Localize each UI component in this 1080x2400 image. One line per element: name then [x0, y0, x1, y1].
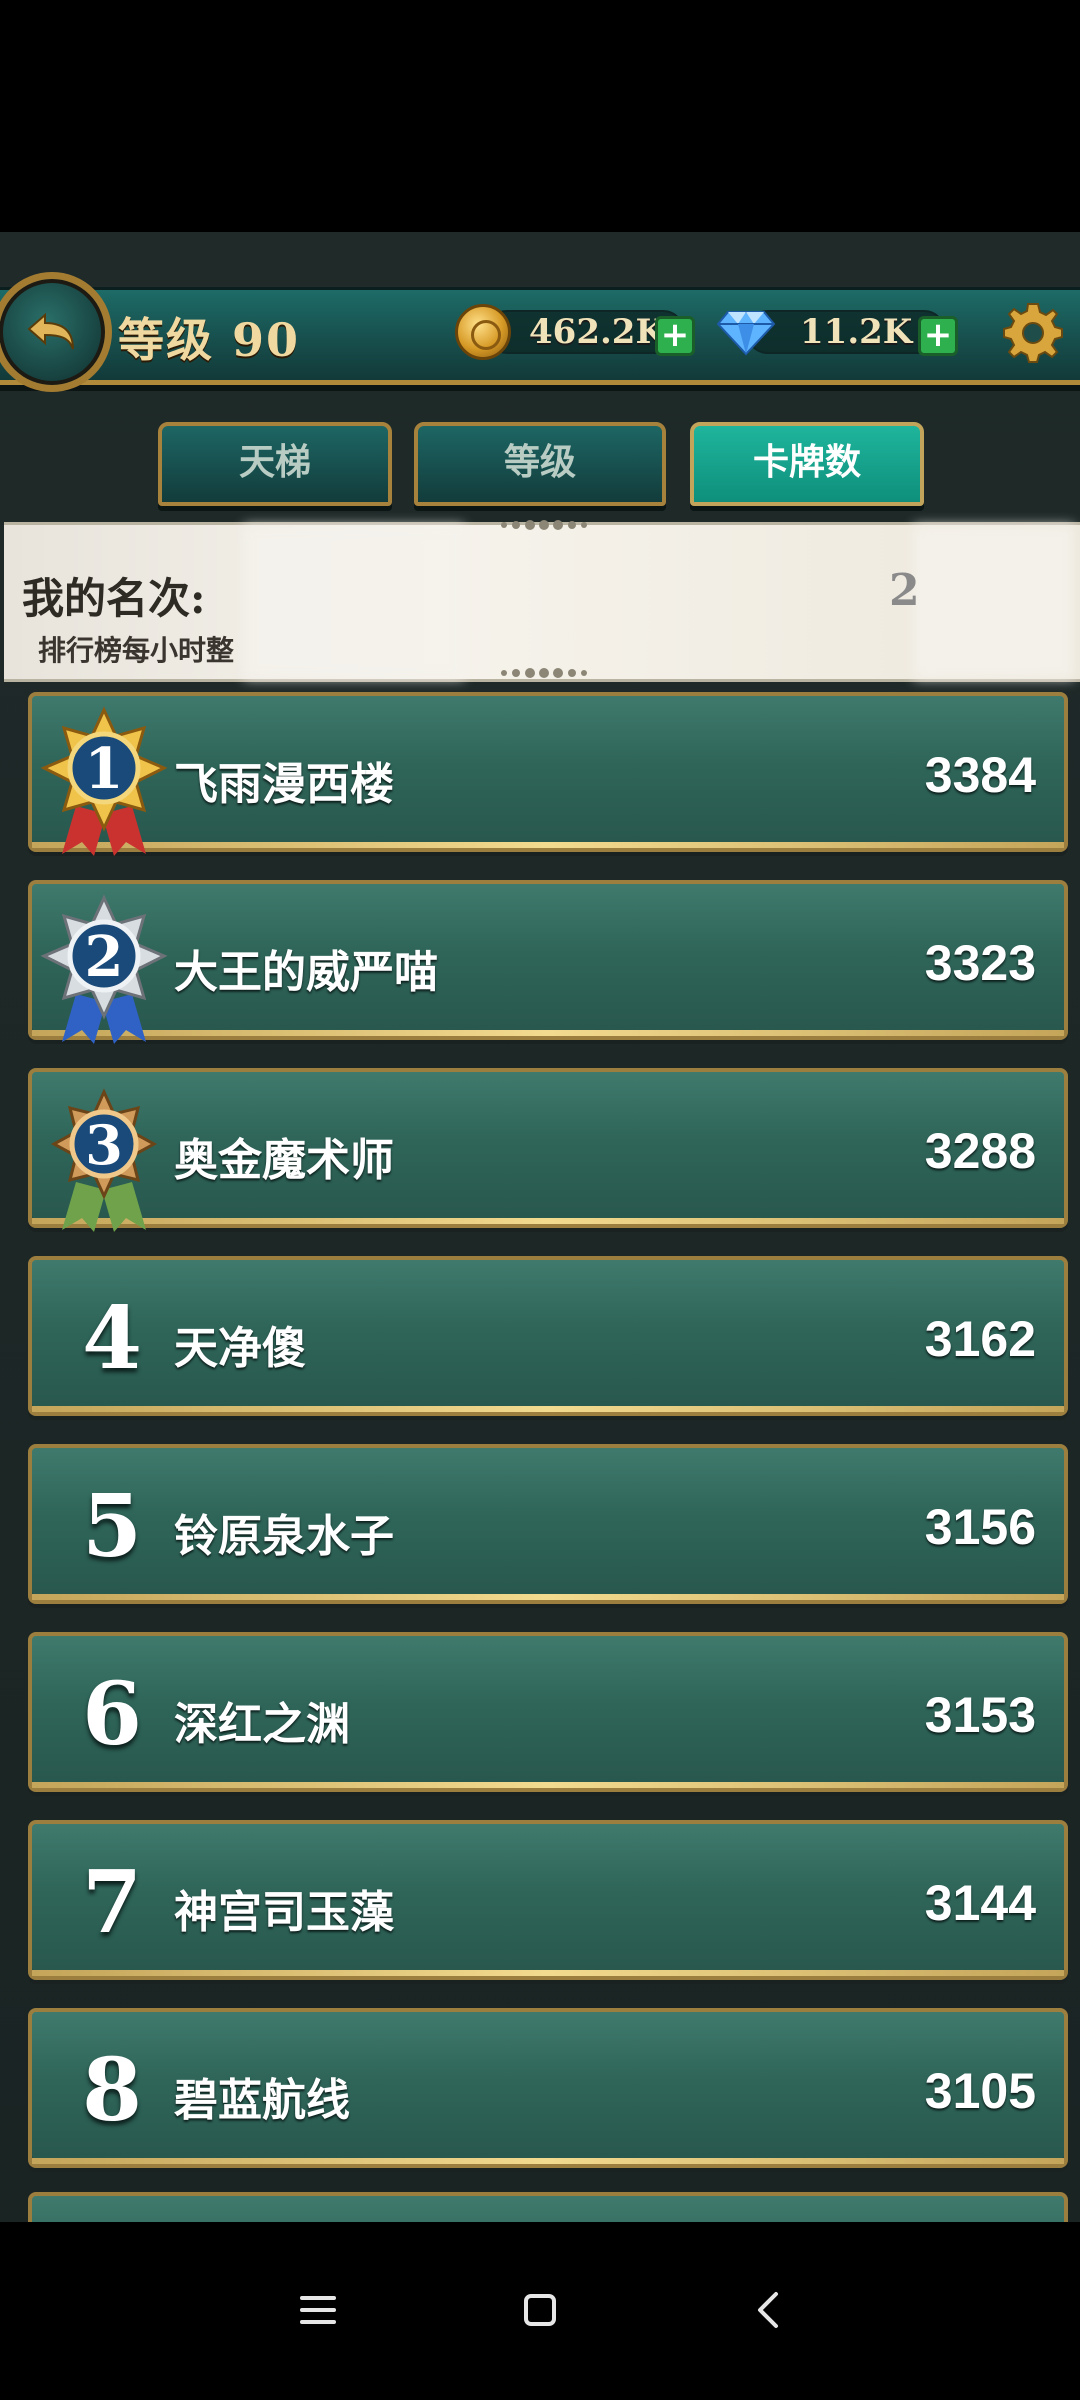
leaderboard-row[interactable]: 4 天净傻 3162 [28, 1256, 1068, 1416]
bronze-medal-icon: 3 [50, 1088, 158, 1232]
gem-currency: 11.2K + [716, 304, 966, 360]
add-coins-button[interactable]: + [655, 316, 695, 356]
my-rank-value: 2 [889, 565, 920, 616]
rank-number: 7 [82, 1852, 142, 1953]
coin-currency: 462.2K + [455, 304, 705, 360]
player-name: 碧蓝航线 [174, 2075, 350, 2126]
blurred-rank [914, 525, 1074, 679]
blurred-name [244, 525, 464, 679]
diamond-icon [716, 311, 776, 356]
player-name: 神宫司玉藻 [174, 1887, 394, 1938]
ornament-bottom [501, 668, 587, 678]
back-icon[interactable] [738, 2280, 798, 2340]
menu-icon[interactable] [288, 2280, 348, 2340]
leaderboard-row[interactable]: 6 深红之渊 3153 [28, 1632, 1068, 1792]
player-level: 等级 90 [118, 313, 301, 367]
leaderboard-row[interactable]: 7 神宫司玉藻 3144 [28, 1820, 1068, 1980]
player-score: 3162 [924, 1311, 1036, 1367]
player-score: 3105 [924, 2063, 1036, 2119]
tab-ladder[interactable]: 天梯 [158, 422, 392, 506]
add-gems-button[interactable]: + [918, 316, 958, 356]
rank-number: 5 [82, 1476, 142, 1577]
leaderboard-row[interactable]: 1 飞雨漫西楼 3384 [28, 692, 1068, 856]
player-score: 3384 [924, 747, 1036, 803]
leaderboard-row[interactable]: 8 碧蓝航线 3105 [28, 2008, 1068, 2168]
back-arrow-icon [27, 312, 74, 350]
leaderboard-row[interactable]: 2 大王的威严喵 3323 [28, 880, 1068, 1044]
status-bar-area [0, 0, 1080, 232]
silver-medal-icon: 2 [40, 894, 168, 1044]
gem-amount: 11.2K [800, 312, 913, 352]
my-rank-banner: 我的名次: 2 排行榜每小时整 [4, 520, 1080, 682]
player-name: 大王的威严喵 [174, 947, 438, 998]
rank-number: 4 [82, 1288, 142, 1389]
leaderboard-screen: 等级 90 462.2K + 11.2K + 天梯 等级 卡牌数 我的名次: 2… [0, 232, 1080, 2222]
player-name: 深红之渊 [174, 1699, 350, 1750]
player-score: 3144 [924, 1875, 1036, 1931]
gold-medal-icon: 1 [40, 706, 168, 856]
player-score: 3288 [924, 1123, 1036, 1179]
player-name: 飞雨漫西楼 [174, 759, 394, 810]
home-icon[interactable] [510, 2280, 570, 2340]
rank-number: 1 [85, 736, 124, 802]
coin-icon [455, 304, 511, 360]
player-name: 奥金魔术师 [174, 1135, 394, 1186]
player-score: 3323 [924, 935, 1036, 991]
settings-gear-icon[interactable] [1000, 300, 1066, 366]
tab-level[interactable]: 等级 [414, 422, 666, 506]
my-rank-label: 我的名次: [22, 574, 206, 623]
player-score: 3156 [924, 1499, 1036, 1555]
rank-number: 2 [85, 924, 124, 990]
ornament-top [501, 520, 587, 530]
rank-number: 3 [85, 1113, 123, 1177]
rank-number: 6 [82, 1664, 142, 1765]
leaderboard-row[interactable]: 5 铃原泉水子 3156 [28, 1444, 1068, 1604]
coin-amount: 462.2K [529, 312, 666, 352]
player-name: 天净傻 [174, 1323, 306, 1374]
tab-card-count[interactable]: 卡牌数 [690, 422, 924, 506]
player-score: 3153 [924, 1687, 1036, 1743]
leaderboard-row[interactable]: 3 奥金魔术师 3288 [28, 1068, 1068, 1232]
player-name: 铃原泉水子 [174, 1511, 394, 1562]
refresh-note: 排行榜每小时整 [38, 634, 235, 667]
rank-number: 8 [82, 2040, 142, 2141]
system-nav-bar [0, 2222, 1080, 2400]
leaderboard-row-partial[interactable] [28, 2192, 1068, 2222]
